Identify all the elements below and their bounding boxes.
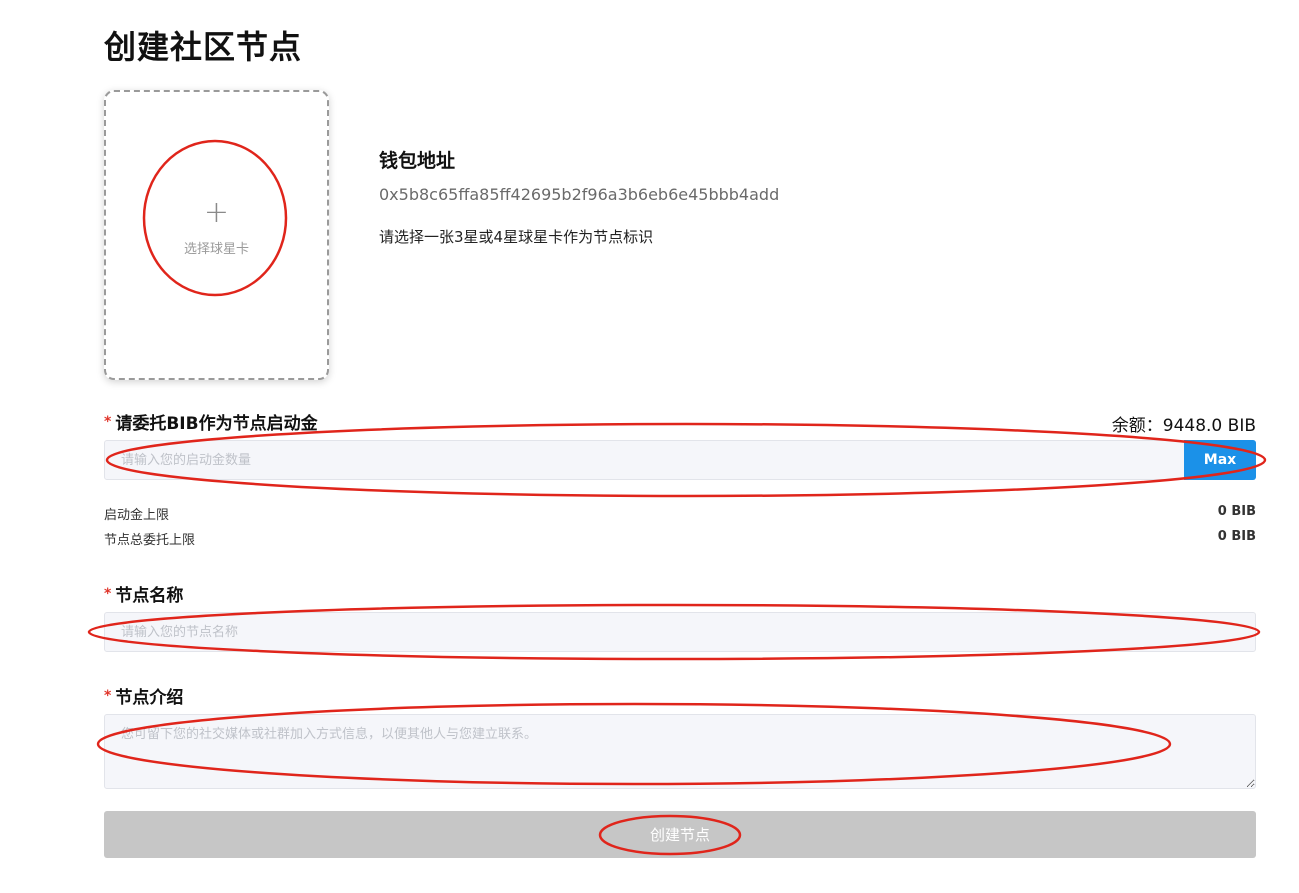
stake-label-row: * 请委托BIB作为节点启动金 [104,409,318,434]
required-mark: * [104,586,112,602]
node-name-input[interactable] [105,613,1255,651]
stake-input-row: Max [104,440,1256,480]
node-name-label: 节点名称 [115,586,184,606]
limit-value: 0 BIB [1217,504,1256,519]
select-card-button[interactable]: + 选择球星卡 [104,90,329,380]
limit-row-stake: 启动金上限 0 BIB [104,504,1256,523]
node-name-input-row [104,612,1256,652]
node-intro-label: 节点介绍 [115,688,184,708]
required-mark: * [104,688,112,704]
wallet-title: 钱包地址 [379,150,456,172]
node-name-label-row: * 节点名称 [104,581,183,606]
select-card-label: 选择球星卡 [183,242,249,257]
stake-amount-input[interactable] [105,441,1184,479]
card-hint: 请选择一张3星或4星球星卡作为节点标识 [379,228,654,246]
required-mark: * [104,414,112,430]
limit-row-total: 节点总委托上限 0 BIB [104,529,1256,548]
limit-label: 启动金上限 [104,508,170,523]
limit-value: 0 BIB [1217,529,1256,544]
limit-label: 节点总委托上限 [104,533,196,548]
balance-text: 余额：9448.0 BIB [1111,416,1256,436]
create-node-button[interactable]: 创建节点 [104,811,1256,858]
plus-icon: + [203,195,230,230]
page-title: 创建社区节点 [104,28,303,66]
wallet-address: 0x5b8c65ffa85ff42695b2f96a3b6eb6e45bbb4a… [379,185,780,204]
node-intro-label-row: * 节点介绍 [104,683,183,708]
node-intro-box [104,714,1256,789]
max-button[interactable]: Max [1184,440,1256,480]
node-intro-textarea[interactable] [105,715,1255,788]
stake-label: 请委托BIB作为节点启动金 [115,414,318,434]
